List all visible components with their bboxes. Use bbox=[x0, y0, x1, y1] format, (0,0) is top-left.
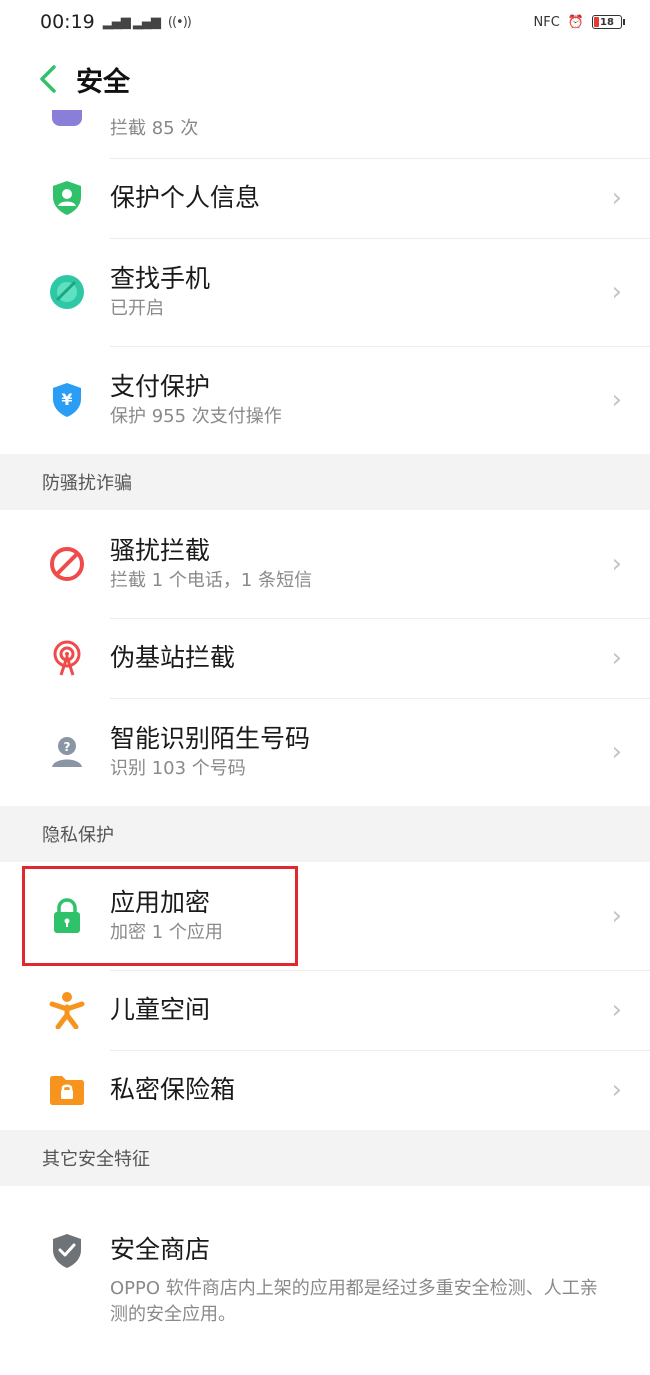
chevron-right-icon: › bbox=[611, 995, 622, 1025]
shield-yuan-icon: ¥ bbox=[48, 381, 86, 419]
item-title: 查找手机 bbox=[110, 264, 211, 293]
child-icon bbox=[48, 991, 86, 1029]
block-icon bbox=[48, 545, 86, 583]
app-header: 安全 bbox=[0, 48, 650, 110]
chevron-right-icon: › bbox=[611, 643, 622, 673]
list-item-security-store[interactable]: 安全商店 OPPO 软件商店内上架的应用都是经过多重安全检测、人工亲测的安全应用… bbox=[0, 1186, 650, 1366]
status-bar: 00:19 ▂▄▆ ▂▄▆ ((•)) NFC ⏰ 18 bbox=[0, 0, 650, 44]
folder-lock-icon bbox=[48, 1071, 86, 1109]
list-item-app-encryption[interactable]: 应用加密 加密 1 个应用 › bbox=[0, 862, 650, 970]
shield-check-icon bbox=[50, 1232, 86, 1270]
item-subtitle: 已开启 bbox=[110, 298, 164, 319]
store-description: OPPO 软件商店内上架的应用都是经过多重安全检测、人工亲测的安全应用。 bbox=[110, 1278, 598, 1325]
status-time: 00:19 bbox=[40, 11, 95, 33]
section-header-anti-harassment: 防骚扰诈骗 bbox=[0, 454, 650, 510]
settings-list: 拦截 85 次 保护个人信息 › 查找手机 已开启 › ¥ 支付保护 保护 95… bbox=[0, 110, 650, 1366]
page-title: 安全 bbox=[76, 66, 130, 98]
list-item-fake-base-station[interactable]: 伪基站拦截 › bbox=[0, 618, 650, 698]
chevron-right-icon: › bbox=[611, 549, 622, 579]
alarm-icon: ⏰ bbox=[567, 14, 584, 30]
list-item-private-safe[interactable]: 私密保险箱 › bbox=[0, 1050, 650, 1130]
item-title: 支付保护 bbox=[110, 372, 211, 401]
item-title: 伪基站拦截 bbox=[110, 643, 236, 672]
chevron-right-icon: › bbox=[611, 183, 622, 213]
partial-item-icon bbox=[52, 110, 82, 126]
person-question-icon: ? bbox=[48, 733, 86, 771]
item-title: 骚扰拦截 bbox=[110, 536, 211, 565]
partial-item-subtitle: 拦截 85 次 bbox=[110, 118, 199, 139]
section-header-other: 其它安全特征 bbox=[0, 1130, 650, 1186]
signal-icon: ▂▄▆ ▂▄▆ bbox=[102, 14, 161, 30]
locate-phone-icon bbox=[48, 273, 86, 311]
list-item-payment-protection[interactable]: ¥ 支付保护 保护 955 次支付操作 › bbox=[0, 346, 650, 454]
svg-text:¥: ¥ bbox=[61, 390, 72, 409]
partial-list-item[interactable]: 拦截 85 次 bbox=[0, 110, 650, 158]
back-button[interactable] bbox=[28, 59, 68, 99]
chevron-right-icon: › bbox=[611, 385, 622, 415]
svg-text:?: ? bbox=[64, 740, 71, 754]
shield-person-icon bbox=[48, 179, 86, 217]
section-header-privacy: 隐私保护 bbox=[0, 806, 650, 862]
item-title: 儿童空间 bbox=[110, 995, 211, 1024]
list-item-protect-personal-info[interactable]: 保护个人信息 › bbox=[0, 158, 650, 238]
battery-icon: 18 bbox=[592, 15, 625, 29]
list-item-harassment-block[interactable]: 骚扰拦截 拦截 1 个电话，1 条短信 › bbox=[0, 510, 650, 618]
item-title: 应用加密 bbox=[110, 888, 211, 917]
item-subtitle: 加密 1 个应用 bbox=[110, 922, 223, 943]
item-subtitle: 保护 955 次支付操作 bbox=[110, 406, 282, 427]
item-title: 私密保险箱 bbox=[110, 1075, 236, 1104]
list-item-smart-number-id[interactable]: ? 智能识别陌生号码 识别 103 个号码 › bbox=[0, 698, 650, 806]
battery-level: 18 bbox=[600, 17, 614, 28]
item-title: 保护个人信息 bbox=[110, 183, 261, 212]
item-subtitle: 识别 103 个号码 bbox=[110, 758, 246, 779]
item-subtitle: 拦截 1 个电话，1 条短信 bbox=[110, 570, 313, 591]
chevron-right-icon: › bbox=[611, 277, 622, 307]
chevron-left-icon bbox=[40, 65, 56, 93]
wifi-icon: ((•)) bbox=[167, 14, 192, 30]
chevron-right-icon: › bbox=[611, 901, 622, 931]
item-title: 智能识别陌生号码 bbox=[110, 724, 311, 753]
list-item-find-phone[interactable]: 查找手机 已开启 › bbox=[0, 238, 650, 346]
lock-icon bbox=[48, 897, 86, 935]
nfc-icon: NFC bbox=[533, 14, 560, 30]
list-item-kids-space[interactable]: 儿童空间 › bbox=[0, 970, 650, 1050]
chevron-right-icon: › bbox=[611, 1075, 622, 1105]
antenna-icon bbox=[48, 639, 86, 677]
store-title: 安全商店 bbox=[110, 1235, 211, 1264]
chevron-right-icon: › bbox=[611, 737, 622, 767]
